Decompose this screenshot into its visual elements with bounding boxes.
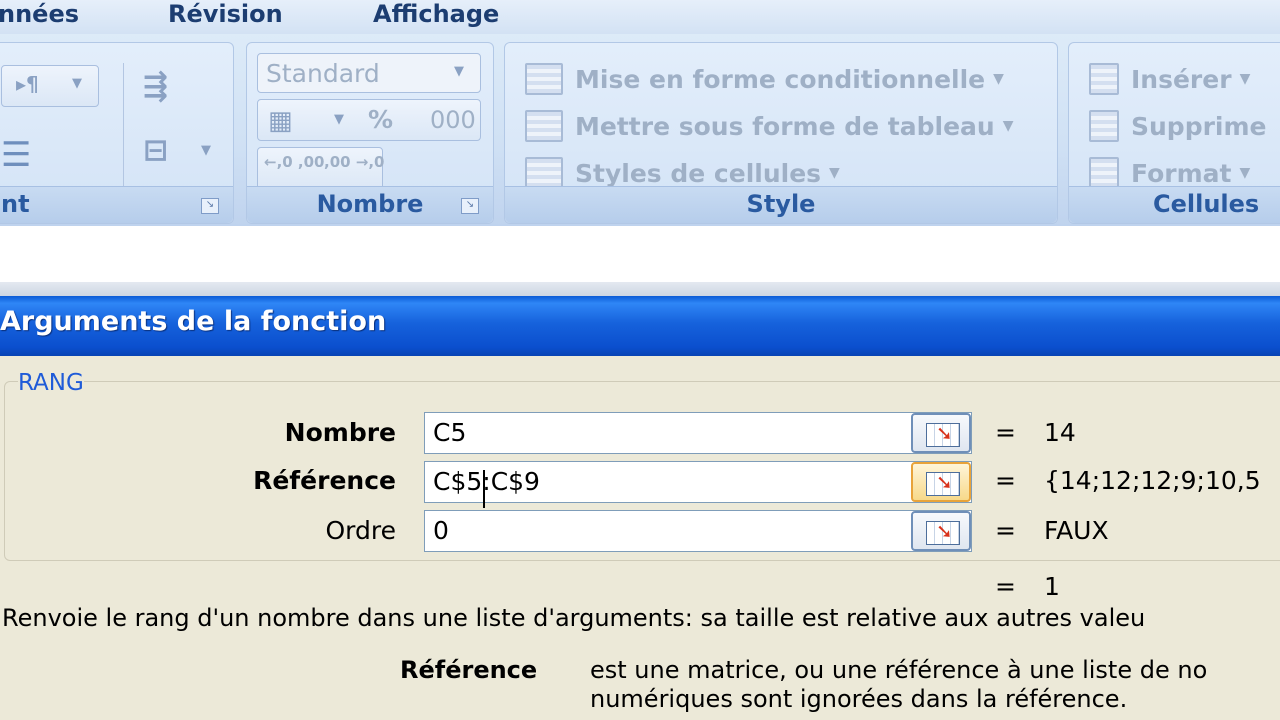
percent-button[interactable]: % xyxy=(368,105,393,134)
align-text-icon[interactable]: ☰ xyxy=(1,135,31,175)
reference-input[interactable]: C$5:C$9 ➘ xyxy=(424,461,972,503)
number-group-label: Nombre xyxy=(247,186,493,223)
cells-group-label: Cellules xyxy=(1069,186,1280,223)
cells-group: Insérer ▼ Supprime Format ▼ Cellules xyxy=(1068,42,1280,224)
arg-result-reference: {14;12;12;9;10,5 xyxy=(1044,466,1261,495)
arg-label-nombre: Nombre xyxy=(284,418,396,447)
collapse-dialog-button[interactable]: ➘ xyxy=(911,413,971,453)
tab-affichage[interactable]: Affichage xyxy=(373,0,499,30)
chevron-down-icon: ▼ xyxy=(829,165,840,181)
style-group-label: Style xyxy=(505,186,1057,223)
number-group: Standard ▼ ▦ ▼ % 000 ←,0 ,00 ,00 →,0 Nom… xyxy=(246,42,494,224)
paragraph-icon: ▸¶ xyxy=(16,72,39,96)
accounting-format-icon[interactable]: ▦ xyxy=(268,106,293,136)
arg-help-text: est une matrice, ou une référence à une … xyxy=(590,656,1208,713)
chevron-down-icon: ▼ xyxy=(1002,118,1014,134)
equals-sign: = xyxy=(995,572,1016,601)
alignment-group-label: nt xyxy=(0,186,233,223)
dialog-title: Arguments de la fonction xyxy=(0,306,387,337)
ribbon-tab-bar: nnées Révision Affichage xyxy=(0,0,1280,34)
conditional-formatting-button[interactable]: Mise en forme conditionnelle ▼ xyxy=(525,59,1004,99)
cell-styles-icon xyxy=(525,157,563,189)
delete-button[interactable]: Supprime xyxy=(1089,106,1267,146)
tab-donnees[interactable]: nnées xyxy=(0,0,79,30)
text-direction-button[interactable]: ▸¶ ▼ xyxy=(1,65,99,107)
number-format-select[interactable]: Standard ▼ xyxy=(257,53,481,93)
chevron-down-icon: ▼ xyxy=(1239,71,1251,87)
wrap-text-icon[interactable]: ⇶ xyxy=(143,69,168,104)
divider xyxy=(123,63,124,195)
ribbon: ▸¶ ▼ ☰ ⇶ ⊟ ▼ nt ↘ Standard ▼ ▦ ▼ % 000 ←… xyxy=(0,34,1280,227)
style-group: Mise en forme conditionnelle ▼ Mettre so… xyxy=(504,42,1058,224)
thousands-separator-button[interactable]: 000 xyxy=(430,106,476,134)
chevron-down-icon: ▼ xyxy=(334,112,344,127)
function-description: Renvoie le rang d'un nombre dans une lis… xyxy=(2,604,1146,632)
dialog-launcher-icon[interactable]: ↘ xyxy=(201,198,219,214)
table-icon xyxy=(525,110,563,142)
increase-decimal-button[interactable]: ←,0 ,00 xyxy=(264,154,325,170)
chevron-down-icon: ▼ xyxy=(201,143,211,158)
equals-sign: = xyxy=(995,466,1016,495)
number-format-buttons: ▦ ▼ % 000 xyxy=(257,99,481,141)
chevron-down-icon: ▼ xyxy=(993,71,1004,87)
collapse-dialog-button[interactable]: ➘ xyxy=(911,462,971,502)
collapse-arrow-icon: ➘ xyxy=(936,470,953,494)
function-arguments-dialog: RANG Nombre C5 ➘ = 14 Référence C$5:C$9 … xyxy=(0,356,1280,720)
tab-revision[interactable]: Révision xyxy=(168,0,283,30)
decimal-buttons: ←,0 ,00 ,00 →,0 xyxy=(257,147,385,191)
arg-label-reference: Référence xyxy=(253,466,396,495)
insert-button[interactable]: Insérer ▼ xyxy=(1089,59,1250,99)
decrease-decimal-button[interactable]: ,00 →,0 xyxy=(324,154,385,170)
delete-cells-icon xyxy=(1089,110,1119,142)
chevron-down-icon: ▼ xyxy=(1239,165,1251,181)
chevron-down-icon: ▼ xyxy=(454,64,464,79)
equals-sign: = xyxy=(995,418,1016,447)
arg-result-ordre: FAUX xyxy=(1044,516,1109,545)
function-name: RANG xyxy=(18,370,84,396)
arg-help-label: Référence xyxy=(400,656,538,684)
alignment-group: ▸¶ ▼ ☰ ⇶ ⊟ ▼ nt ↘ xyxy=(0,42,234,224)
arg-label-ordre: Ordre xyxy=(325,516,397,545)
collapse-arrow-icon: ➘ xyxy=(936,519,953,543)
format-as-table-button[interactable]: Mettre sous forme de tableau ▼ xyxy=(525,106,1014,146)
formula-result: 1 xyxy=(1044,572,1060,601)
conditional-formatting-icon xyxy=(525,63,563,95)
formula-bar[interactable] xyxy=(0,226,1280,284)
collapse-arrow-icon: ➘ xyxy=(936,421,953,445)
equals-sign: = xyxy=(995,516,1016,545)
ordre-input[interactable]: 0 ➘ xyxy=(424,510,972,552)
dialog-launcher-icon[interactable]: ↘ xyxy=(461,198,479,214)
collapse-dialog-button[interactable]: ➘ xyxy=(911,511,971,551)
format-cells-icon xyxy=(1089,157,1119,189)
merge-cells-icon[interactable]: ⊟ xyxy=(143,133,168,168)
dialog-title-bar[interactable]: Arguments de la fonction xyxy=(0,296,1280,356)
chevron-down-icon: ▼ xyxy=(72,76,82,91)
insert-cells-icon xyxy=(1089,63,1119,95)
arg-result-nombre: 14 xyxy=(1044,418,1076,447)
nombre-input[interactable]: C5 ➘ xyxy=(424,412,972,454)
column-headers xyxy=(0,282,1280,296)
